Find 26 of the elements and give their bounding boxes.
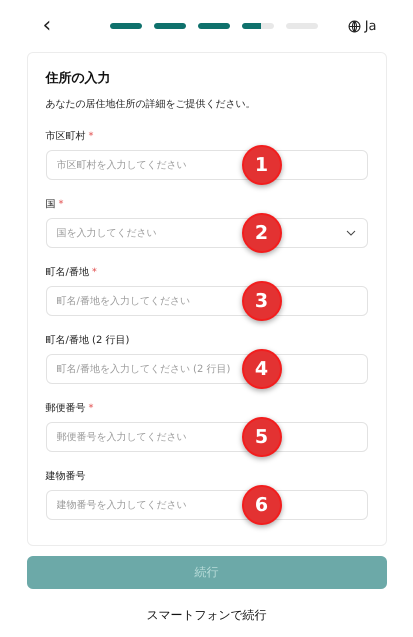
progress-step [198,23,230,29]
language-button[interactable]: Ja [348,18,386,34]
field-label: 郵便番号 [46,403,86,414]
required-mark: * [58,199,64,210]
field-label: 国 [46,199,56,210]
required-mark: * [92,267,97,278]
progress-step [242,23,274,29]
smartphone-link[interactable]: スマートフォンで続行 [146,607,266,624]
field-label: 町名/番地 (2 行目) [46,335,130,346]
number-marker: 5 [242,417,282,457]
form-title: 住所の入力 [46,70,112,87]
field-label: 建物番号 [46,471,86,482]
number-marker: 4 [242,349,282,389]
progress-step [110,23,142,29]
form-description: あなたの居住地住所の詳細をご提供ください。 [46,98,256,111]
number-marker: 3 [242,281,282,321]
required-mark: * [88,131,94,142]
back-button[interactable]: ‹ [38,15,56,37]
required-mark: * [88,403,94,414]
field-label: 市区町村 [46,131,86,142]
globe-icon [348,20,361,32]
number-marker: 2 [242,213,282,253]
number-marker: 1 [242,145,282,185]
progress-step [154,23,186,29]
field-label: 町名/番地 [46,267,89,278]
number-marker: 6 [242,485,282,525]
